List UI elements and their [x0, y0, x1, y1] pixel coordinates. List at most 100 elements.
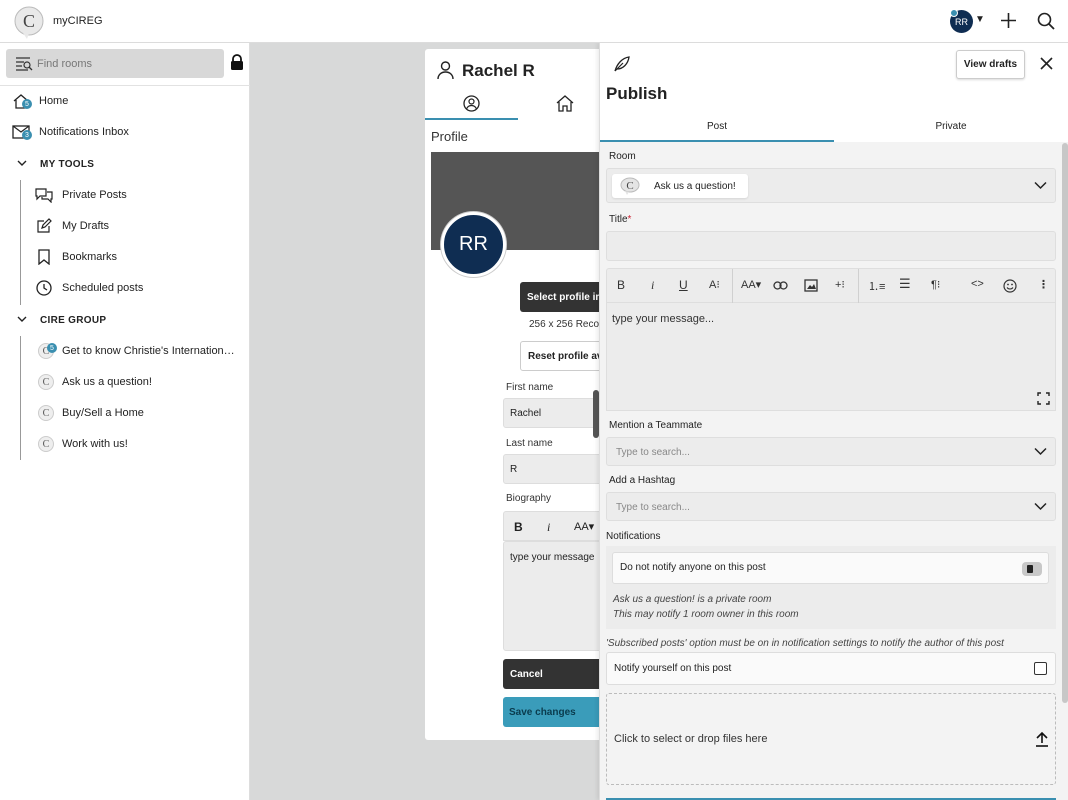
title-label: Title*	[609, 214, 631, 225]
edit-icon	[37, 218, 52, 233]
sidebar-room-item[interactable]: C Ask us a question!	[38, 374, 152, 390]
sidebar-item-label: Home	[39, 95, 69, 107]
profile-avatar: RR	[441, 212, 506, 277]
chevron-down-icon	[1034, 502, 1047, 510]
search-icon[interactable]	[1037, 12, 1055, 30]
toolbar-separator	[732, 269, 733, 304]
sidebar-item-label: Scheduled posts	[62, 282, 144, 294]
title-input[interactable]	[606, 231, 1056, 261]
underline-icon[interactable]: U	[679, 278, 688, 292]
bold-icon[interactable]: B	[514, 520, 523, 534]
room-select[interactable]: C Ask us a question!	[606, 168, 1056, 203]
hashtag-select[interactable]: Type to search...	[606, 492, 1056, 521]
notify-yourself-checkbox[interactable]	[1034, 662, 1047, 675]
tab-post[interactable]: Post	[600, 121, 834, 132]
section-my-tools[interactable]: MY TOOLS	[40, 159, 94, 170]
panel-scrollbar[interactable]	[1062, 143, 1068, 703]
more-vertical-icon[interactable]: ⋮	[1038, 278, 1049, 291]
svg-text:C: C	[23, 11, 35, 31]
bullet-list-icon[interactable]: ☰	[899, 276, 911, 292]
sidebar-item-home[interactable]: 5 Home	[12, 93, 68, 109]
notify-yourself-option[interactable]: Notify yourself on this post	[606, 652, 1056, 685]
sidebar-room-item[interactable]: C Buy/Sell a Home	[38, 405, 144, 421]
inbox-badge: 3	[22, 130, 32, 140]
italic-icon[interactable]: i	[651, 278, 654, 293]
active-tab-indicator	[425, 118, 518, 120]
sidebar-item-label: Buy/Sell a Home	[62, 407, 144, 419]
private-room-note: Ask us a question! is a private room	[613, 594, 772, 605]
publish-title: Publish	[606, 84, 668, 103]
notify-option[interactable]: Do not notify anyone on this post	[612, 552, 1049, 584]
sidebar-item-private-posts[interactable]: Private Posts	[34, 187, 127, 203]
mention-label: Mention a Teammate	[609, 420, 703, 431]
message-editor[interactable]: type your message...	[606, 303, 1056, 411]
plus-icon[interactable]	[1000, 12, 1017, 29]
biography-label: Biography	[506, 493, 552, 504]
italic-icon[interactable]: i	[547, 520, 550, 535]
toolbar-separator	[858, 269, 859, 304]
toggle-knob	[1027, 565, 1033, 573]
font-size-icon[interactable]: AA▾	[574, 520, 594, 533]
section-cire-group[interactable]: CIRE GROUP	[40, 315, 106, 326]
sidebar-room-item[interactable]: C Work with us!	[38, 436, 128, 452]
paragraph-icon[interactable]: ¶⁝	[931, 278, 940, 291]
sidebar-item-scheduled[interactable]: Scheduled posts	[36, 280, 143, 296]
fullscreen-icon[interactable]	[1037, 392, 1050, 405]
find-rooms-input[interactable]: Find rooms	[6, 49, 224, 78]
hashtag-placeholder: Type to search...	[616, 502, 690, 513]
profile-name: Rachel R	[462, 61, 535, 80]
code-icon[interactable]: <>	[971, 278, 984, 290]
sidebar-item-label: Get to know Christie's Internation…	[62, 345, 235, 357]
sidebar-item-label: Notifications Inbox	[39, 126, 129, 138]
sidebar-room-item[interactable]: C 5 Get to know Christie's Internation…	[38, 343, 238, 359]
home-badge: 5	[22, 99, 32, 109]
text-format-icon[interactable]: A⁝	[709, 278, 720, 291]
bio-placeholder: type your message	[510, 552, 595, 563]
last-name-label: Last name	[506, 438, 553, 449]
first-name-label: First name	[506, 382, 554, 393]
tab-private[interactable]: Private	[834, 121, 1068, 132]
mention-placeholder: Type to search...	[616, 447, 690, 458]
caret-down-icon[interactable]: ▼	[975, 14, 985, 25]
subscribed-note: 'Subscribed posts' option must be on in …	[606, 638, 1004, 649]
bold-icon[interactable]: B	[617, 278, 625, 292]
mention-select[interactable]: Type to search...	[606, 437, 1056, 466]
link-icon[interactable]	[773, 281, 788, 290]
ordered-list-icon[interactable]: ⒈≡	[868, 278, 885, 294]
app-title: myCIREG	[53, 15, 103, 27]
editor-toolbar: B i U A⁝ AA▾ +⁝ ⒈≡ ☰ ¶⁝ <> ⋮	[606, 268, 1056, 304]
file-drop-zone[interactable]: Click to select or drop files here	[606, 693, 1056, 785]
image-icon[interactable]	[804, 279, 818, 292]
list-search-icon	[16, 57, 33, 71]
room-logo-icon: C	[38, 405, 54, 421]
upload-icon	[1036, 731, 1048, 747]
emoji-icon[interactable]	[1003, 279, 1017, 293]
sidebar-item-label: Ask us a question!	[62, 376, 152, 388]
tab-profile-icon[interactable]	[463, 95, 480, 112]
room-logo-icon: C	[38, 374, 54, 390]
room-logo-icon: C	[38, 436, 54, 452]
close-icon[interactable]	[1040, 57, 1053, 70]
room-value: Ask us a question!	[654, 180, 736, 192]
sidebar: Find rooms 5 Home 3 Notifications Inbox …	[0, 43, 250, 800]
notify-toggle[interactable]	[1022, 562, 1042, 576]
notify-option-text: Do not notify anyone on this post	[620, 562, 766, 573]
view-drafts-button[interactable]: View drafts	[956, 50, 1025, 79]
font-size-icon[interactable]: AA▾	[741, 278, 761, 291]
sidebar-item-inbox[interactable]: 3 Notifications Inbox	[12, 125, 129, 140]
image-size-hint: 256 x 256 Recom	[529, 319, 608, 330]
chevron-down-icon	[1034, 181, 1047, 189]
lock-icon[interactable]	[230, 54, 244, 70]
app-logo[interactable]: C	[13, 6, 46, 39]
user-icon	[437, 61, 454, 80]
insert-icon[interactable]: +⁝	[835, 278, 845, 291]
room-chip: C Ask us a question!	[612, 174, 748, 198]
chevron-down-icon[interactable]	[17, 315, 27, 323]
sidebar-item-bookmarks[interactable]: Bookmarks	[38, 249, 117, 265]
sidebar-item-my-drafts[interactable]: My Drafts	[36, 218, 109, 234]
tab-home-icon[interactable]	[556, 95, 574, 112]
notify-yourself-text: Notify yourself on this post	[614, 663, 732, 674]
room-badge: 5	[47, 343, 57, 353]
hashtag-label: Add a Hashtag	[609, 475, 676, 486]
chevron-down-icon[interactable]	[17, 159, 27, 167]
